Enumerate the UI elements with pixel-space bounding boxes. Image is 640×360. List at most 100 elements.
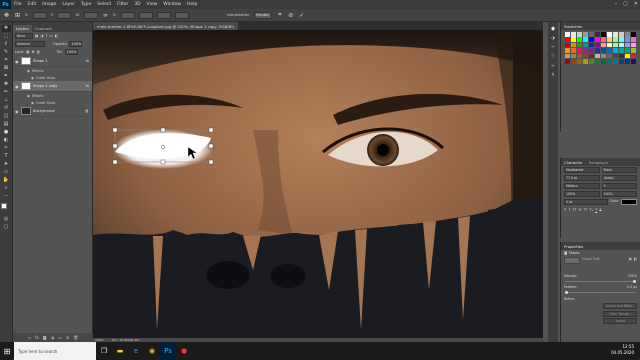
opacity-input[interactable]: 100%: [69, 41, 83, 47]
color-swatch[interactable]: [576, 48, 583, 53]
layer-name[interactable]: Shape 1 copy: [33, 84, 57, 88]
color-swatch[interactable]: [618, 58, 625, 64]
shape-icon[interactable]: ▭: [2, 169, 11, 176]
color-swatch[interactable]: [600, 37, 607, 42]
color-swatch[interactable]: [565, 53, 571, 59]
spot-heal-icon[interactable]: ✚: [2, 81, 11, 88]
add-style-icon[interactable]: fx: [35, 335, 39, 340]
menu-select[interactable]: Select: [94, 2, 114, 7]
layer-row[interactable]: ◉ Background 🔒: [13, 106, 92, 117]
tab-layers[interactable]: Layers: [13, 25, 32, 32]
effects-eye-icon[interactable]: ◉: [27, 94, 30, 98]
more-icon[interactable]: ⋯: [2, 193, 11, 200]
filter-shape-icon[interactable]: ▭: [50, 34, 53, 38]
effect-row[interactable]: ◉ Outer Glow: [13, 99, 92, 106]
windows-start-icon[interactable]: ⊞: [0, 342, 14, 360]
quick-select-icon[interactable]: ✎: [2, 49, 11, 56]
adjustment-icon[interactable]: ◑: [51, 335, 55, 340]
feather-value[interactable]: 0,0 px: [627, 285, 637, 289]
properties-title[interactable]: Properties: [564, 244, 583, 249]
brush-icon[interactable]: ✏: [2, 89, 11, 96]
move-icon[interactable]: ✥: [1, 25, 11, 33]
menu-image[interactable]: Image: [39, 2, 59, 7]
underline-button[interactable]: T: [595, 208, 597, 212]
color-swatch[interactable]: [570, 48, 577, 53]
menu-view[interactable]: View: [144, 2, 161, 7]
lasso-icon[interactable]: ℓ: [2, 41, 11, 48]
color-swatch[interactable]: [582, 58, 589, 64]
color-swatch[interactable]: [565, 42, 571, 48]
color-swatch[interactable]: [630, 32, 637, 37]
menu-file[interactable]: File: [11, 2, 25, 7]
stamp-icon[interactable]: ⊥: [2, 97, 11, 104]
warp-icon[interactable]: ⌗: [276, 11, 283, 19]
color-swatch[interactable]: [600, 32, 607, 37]
color-swatch[interactable]: [612, 37, 619, 42]
color-swatch[interactable]: [588, 53, 595, 59]
select-and-mask-button[interactable]: Select and Mask...: [603, 303, 637, 309]
color-swatch[interactable]: [618, 42, 625, 48]
commit-transform-icon[interactable]: ✓: [298, 12, 305, 19]
color-swatch[interactable]: [576, 58, 583, 64]
angle-input[interactable]: [138, 11, 153, 19]
pen-icon[interactable]: ✑: [2, 145, 11, 152]
font-family-select[interactable]: Montserrat: [564, 167, 600, 173]
color-swatch[interactable]: [624, 32, 631, 37]
document-canvas[interactable]: [93, 30, 543, 338]
edge-icon[interactable]: e: [128, 342, 144, 360]
color-swatch[interactable]: [565, 37, 571, 42]
mask-thumbnail[interactable]: [564, 257, 580, 264]
add-pixel-mask-icon[interactable]: ▦: [629, 257, 632, 264]
color-swatch[interactable]: [582, 48, 589, 53]
swatches-title[interactable]: Swatches: [564, 24, 582, 29]
color-swatch[interactable]: [565, 32, 571, 37]
color-swatches[interactable]: [1, 202, 11, 213]
hand-icon[interactable]: ✋: [2, 177, 11, 184]
effects-row[interactable]: ◉ Effects: [13, 92, 92, 99]
y-input[interactable]: [57, 11, 72, 19]
strikethrough-button[interactable]: T: [599, 208, 601, 212]
minimize-button[interactable]: –: [615, 1, 618, 7]
density-value[interactable]: 100%: [628, 274, 637, 278]
skew-v-input[interactable]: [174, 11, 189, 19]
density-slider-knob[interactable]: [633, 279, 636, 283]
color-swatch[interactable]: [624, 53, 631, 59]
marquee-icon[interactable]: ⬚: [2, 33, 11, 40]
color-swatch[interactable]: [594, 42, 601, 48]
layer-row[interactable]: ◉ Shape 1 fx: [13, 56, 92, 67]
close-button[interactable]: ✕: [634, 1, 638, 7]
link-layers-icon[interactable]: ∞: [28, 335, 31, 340]
effects-row[interactable]: ◉ Effects: [13, 67, 92, 74]
x-input[interactable]: [32, 11, 47, 19]
color-swatch[interactable]: [606, 53, 613, 59]
color-swatch[interactable]: [618, 53, 625, 59]
filter-pixel-icon[interactable]: ▦: [35, 34, 38, 38]
baseline-shift-input[interactable]: 0 pt: [564, 199, 608, 205]
canvas-image[interactable]: [93, 30, 543, 338]
color-swatch[interactable]: [588, 32, 595, 37]
layer-name[interactable]: Shape 1: [33, 59, 48, 63]
add-vector-mask-icon[interactable]: ◧: [634, 257, 637, 264]
dodge-icon[interactable]: ◐: [2, 137, 11, 144]
font-size-input[interactable]: 77,5 pt: [564, 175, 600, 181]
invert-button[interactable]: Invert: [603, 318, 637, 324]
system-clock[interactable]: 12:55 04.05.2020: [611, 344, 634, 356]
photoshop-taskbar-icon[interactable]: Ps: [160, 342, 176, 360]
filter-smart-icon[interactable]: ◧: [55, 34, 58, 38]
taskbar-search-input[interactable]: Type here to search: [14, 342, 96, 360]
effect-eye-icon[interactable]: ◉: [31, 101, 34, 105]
color-swatch[interactable]: [624, 58, 631, 64]
color-swatch[interactable]: [630, 53, 637, 59]
info-panel-icon[interactable]: ⓘ: [551, 53, 555, 59]
faux-bold-button[interactable]: T: [564, 208, 566, 212]
color-swatch[interactable]: [600, 58, 607, 64]
visibility-eye-icon[interactable]: ◉: [15, 59, 19, 64]
menu-type[interactable]: Type: [78, 2, 94, 7]
color-swatch[interactable]: [570, 32, 577, 37]
color-swatch[interactable]: [582, 42, 589, 48]
color-swatch[interactable]: [576, 53, 583, 59]
color-swatch[interactable]: [600, 42, 607, 48]
cancel-transform-icon[interactable]: ⊘: [287, 12, 294, 19]
color-swatch[interactable]: [612, 48, 619, 53]
effect-row[interactable]: ◉ Outer Glow: [13, 74, 92, 81]
